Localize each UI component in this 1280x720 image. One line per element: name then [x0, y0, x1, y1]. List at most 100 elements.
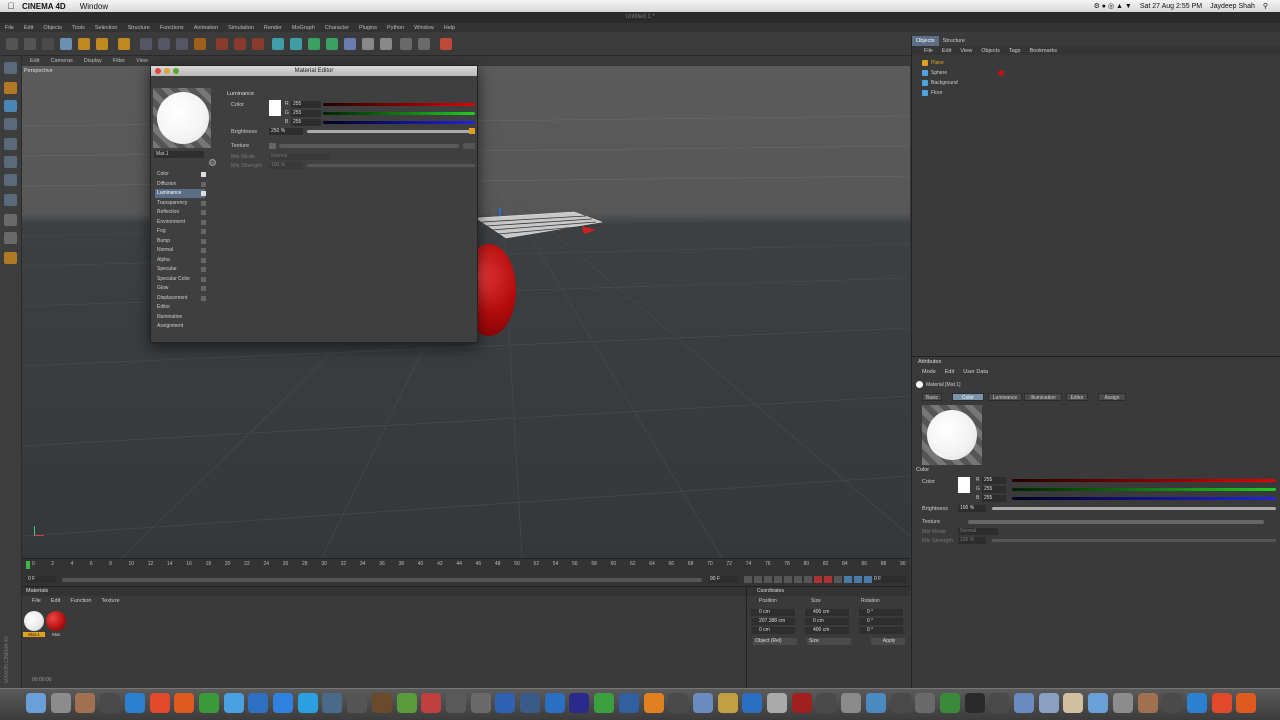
mated-mix-mode-select[interactable]: Normal [269, 153, 329, 160]
mated-texture-slot[interactable] [279, 144, 459, 148]
menu-python[interactable]: Python [387, 25, 404, 31]
viewport-menu-display[interactable]: Display [84, 58, 102, 64]
dock-app-icon[interactable] [1014, 693, 1034, 713]
channel-item[interactable]: Fog [155, 227, 206, 236]
channel-item[interactable]: Luminance [155, 189, 206, 198]
dock-app-icon[interactable] [742, 693, 763, 713]
dock-app-icon[interactable] [791, 693, 812, 713]
mated-mix-strength-slider[interactable] [307, 164, 475, 167]
dock-app-icon[interactable] [75, 693, 96, 713]
clock[interactable]: Sat 27 Aug 2:55 PM [1140, 3, 1202, 10]
dock-app-icon[interactable] [1038, 693, 1059, 713]
scale-key-icon[interactable] [854, 576, 862, 583]
dock-app-icon[interactable] [865, 693, 886, 713]
channel-item[interactable]: Assignment [155, 322, 205, 331]
dock-app-icon[interactable] [890, 693, 911, 713]
mated-g-slider[interactable] [323, 112, 475, 115]
channel-checkbox[interactable] [201, 210, 206, 215]
menu-file[interactable]: File [5, 25, 14, 31]
attr-material-preview[interactable] [922, 405, 982, 465]
edges-mode-icon[interactable] [4, 156, 17, 168]
menu-plugins[interactable]: Plugins [359, 25, 377, 31]
select-icon[interactable] [42, 38, 54, 50]
spline-icon[interactable] [290, 38, 302, 50]
dock-app-icon[interactable] [717, 693, 738, 713]
materials-menu-texture[interactable]: Texture [101, 598, 119, 604]
dock-app-icon[interactable] [273, 693, 293, 713]
dock-app-icon[interactable] [495, 693, 516, 713]
deformer-icon[interactable] [344, 38, 356, 50]
dock-app-icon[interactable] [347, 693, 368, 713]
light-icon[interactable] [400, 38, 412, 50]
menu-tools[interactable]: Tools [72, 25, 85, 31]
channel-item[interactable]: Editor [155, 303, 205, 312]
next-frame-icon[interactable] [784, 576, 792, 583]
dock-app-icon[interactable] [248, 693, 269, 713]
autokey-icon[interactable] [824, 576, 832, 583]
attr-mix-strength-field[interactable]: 100 % [958, 537, 986, 544]
attrmenu-edit[interactable]: Edit [945, 369, 954, 375]
dock-app-icon[interactable] [50, 693, 71, 713]
object-name[interactable]: Plane [931, 60, 944, 66]
menu-simulation[interactable]: Simulation [228, 25, 254, 31]
python-icon[interactable] [440, 38, 452, 50]
frame-range-slider[interactable] [62, 578, 702, 582]
snap-icon[interactable] [4, 194, 17, 206]
dock-app-icon[interactable] [569, 693, 590, 713]
material-red-label[interactable]: Mat [45, 632, 67, 637]
model-mode-icon[interactable] [4, 82, 17, 94]
object-name[interactable]: Sphere [931, 70, 947, 76]
channel-checkbox[interactable] [201, 257, 206, 263]
viewport-menu-filter[interactable]: Filter [113, 58, 125, 64]
render-view-icon[interactable] [216, 38, 228, 50]
channel-item[interactable]: Specular Color [155, 275, 206, 284]
viewport-menu-edit[interactable]: Edit [30, 58, 39, 64]
y-axis-icon[interactable] [158, 38, 170, 50]
dock-app-icon[interactable] [149, 693, 170, 713]
attr-brightness-slider[interactable] [992, 507, 1276, 510]
objmenu-edit[interactable]: Edit [942, 48, 951, 54]
channel-checkbox[interactable] [201, 200, 206, 206]
tab-illumination[interactable]: Illumination [1024, 393, 1062, 401]
object-row-floor[interactable]: Floor [922, 88, 942, 97]
texture-mode-icon[interactable] [4, 100, 17, 112]
render-settings-icon[interactable] [252, 38, 264, 50]
objmenu-view[interactable]: View [960, 48, 972, 54]
minimize-window-icon[interactable] [164, 68, 170, 74]
size-z-field[interactable]: 400 cm [805, 627, 849, 634]
dock-app-icon[interactable] [618, 693, 639, 713]
window-menu[interactable]: Window [80, 2, 108, 11]
menu-help[interactable]: Help [444, 25, 455, 31]
dock-app-icon[interactable] [692, 693, 713, 713]
dock-app-icon[interactable] [594, 693, 615, 713]
cube-icon[interactable] [272, 38, 284, 50]
dock-app-icon[interactable] [1063, 693, 1084, 713]
texture-browse-button[interactable] [463, 143, 475, 149]
tab-editor[interactable]: Editor [1066, 393, 1088, 401]
object-name[interactable]: Background [931, 80, 958, 86]
tab-structure[interactable]: Structure [939, 36, 969, 46]
dock-app-icon[interactable] [124, 693, 145, 713]
object-name[interactable]: Floor [931, 90, 942, 96]
next-key-icon[interactable] [794, 576, 802, 583]
object-row-background[interactable]: Background [922, 78, 958, 87]
channel-checkbox[interactable] [201, 191, 206, 196]
rot-h-field[interactable]: 0 ° [859, 609, 903, 616]
attr-r-field[interactable]: 255 [982, 477, 1006, 484]
dock-app-icon[interactable] [371, 693, 392, 713]
attr-b-slider[interactable] [1012, 497, 1276, 500]
menu-structure[interactable]: Structure [128, 25, 150, 31]
channel-item[interactable]: Environment [155, 218, 206, 227]
dock-app-icon[interactable] [939, 693, 960, 713]
nurbs-icon[interactable] [308, 38, 320, 50]
channel-checkbox[interactable] [201, 219, 206, 225]
dock-app-icon[interactable] [989, 693, 1010, 713]
attr-brightness-field[interactable]: 100 % [958, 505, 986, 512]
rot-p-field[interactable]: 0 ° [859, 618, 903, 625]
channel-checkbox[interactable] [201, 229, 206, 234]
material-tag-icon[interactable] [998, 70, 1004, 76]
dock-app-icon[interactable] [100, 693, 121, 713]
timeline[interactable]: 0 2 4 6 8 10 12 14 16 18 20 22 24 26 28 30 32 34 36 38 40 42 4… [22, 558, 910, 586]
end-frame-field[interactable]: 90 F [708, 576, 738, 583]
dock-app-icon[interactable] [1162, 693, 1183, 713]
